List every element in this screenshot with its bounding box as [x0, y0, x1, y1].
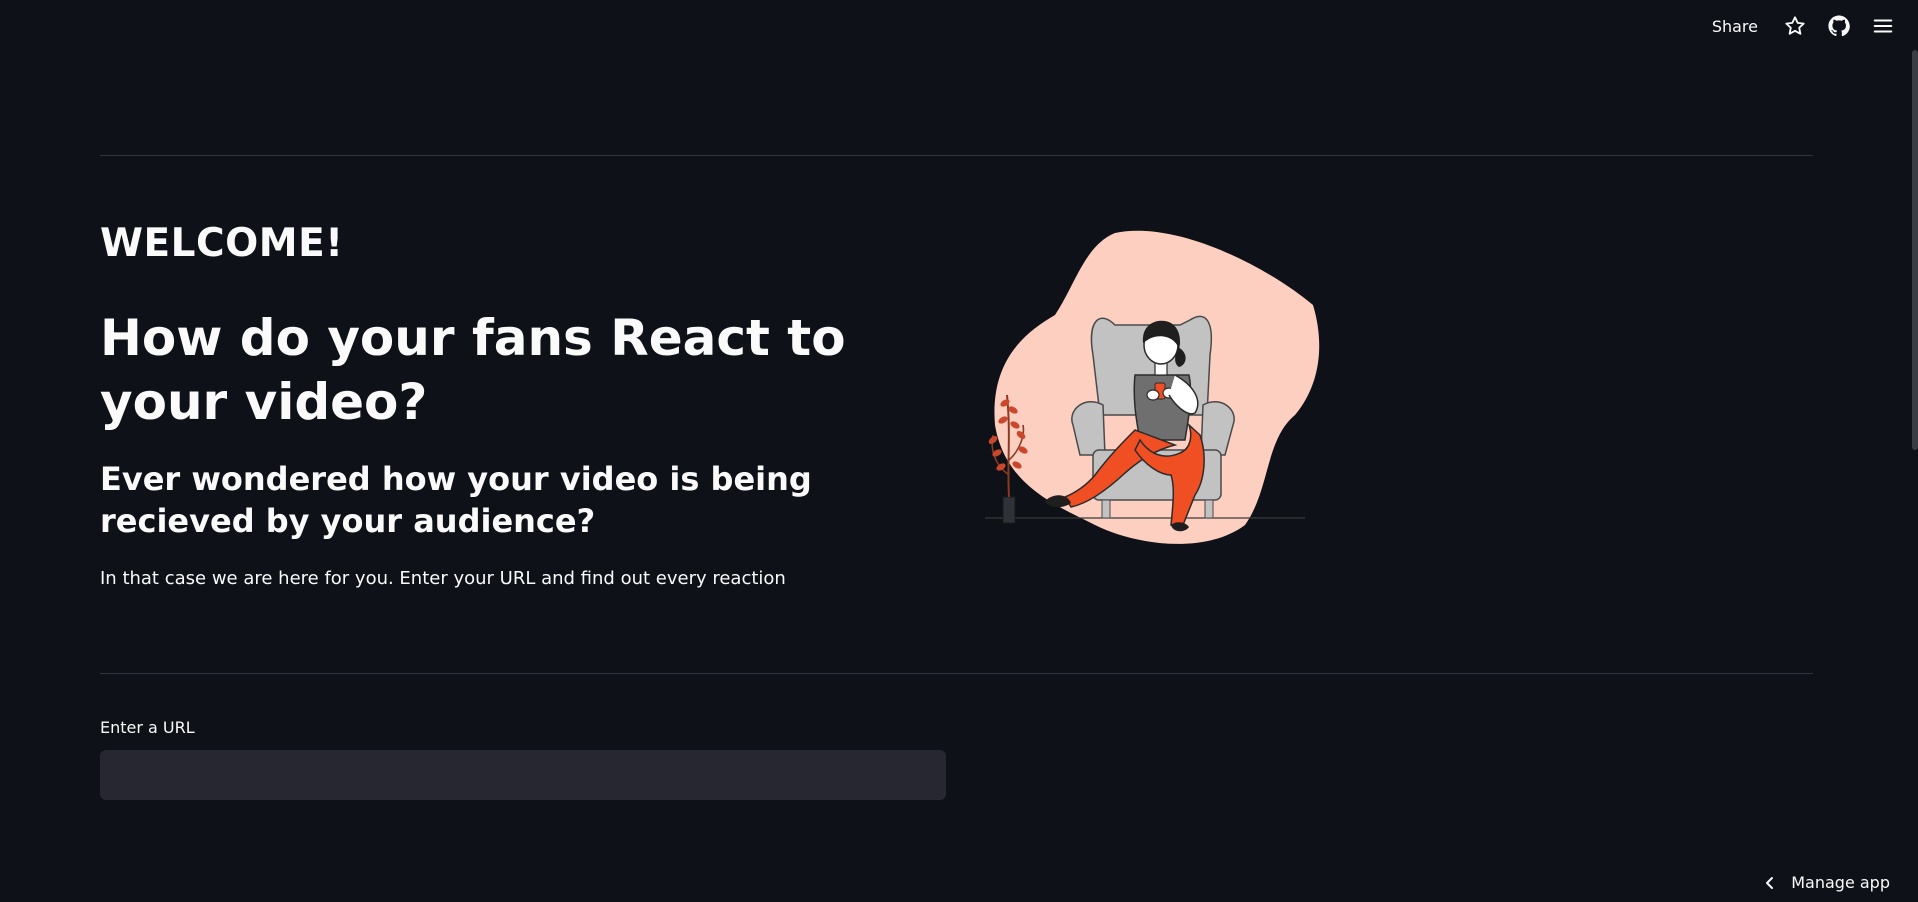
woman-reading-illustration: [975, 225, 1335, 555]
github-icon[interactable]: [1828, 15, 1850, 37]
subheading: Ever wondered how your video is being re…: [100, 460, 812, 540]
welcome-heading: WELCOME!: [100, 221, 344, 266]
url-label: Enter a URL: [100, 718, 195, 737]
menu-icon[interactable]: [1872, 15, 1894, 37]
star-icon[interactable]: [1784, 15, 1806, 37]
url-form: Enter a URL: [100, 716, 946, 800]
url-input[interactable]: [100, 750, 946, 800]
top-toolbar: Share: [1712, 0, 1894, 52]
page-title: How do your fans React to your video?: [100, 309, 846, 431]
intro-text: In that case we are here for you. Enter …: [100, 568, 786, 589]
manage-app-label: Manage app: [1791, 873, 1890, 892]
top-divider: [100, 155, 1813, 156]
chevron-left-icon: [1766, 876, 1774, 889]
share-button[interactable]: Share: [1712, 17, 1758, 36]
scrollbar-track[interactable]: [1912, 0, 1918, 902]
app-root: Share WELCOME! How do your fans React to…: [0, 0, 1918, 902]
manage-app-button[interactable]: Manage app: [1763, 873, 1890, 892]
scrollbar-thumb[interactable]: [1912, 50, 1918, 450]
middle-divider: [100, 673, 1813, 674]
hero-text-column: WELCOME! How do your fans React to your …: [100, 214, 950, 592]
